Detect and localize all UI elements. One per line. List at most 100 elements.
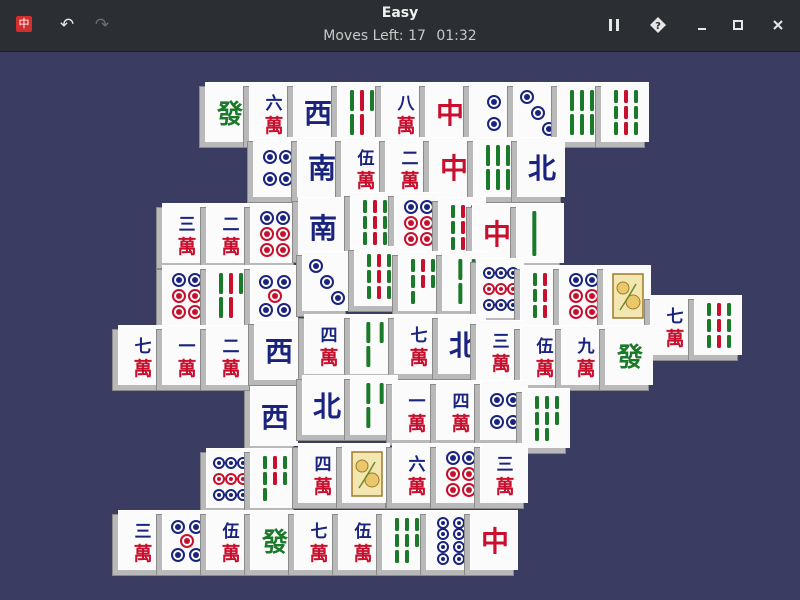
mahjong-tile-bamboo-7[interactable] [398, 251, 446, 311]
mahjong-tile-character-3[interactable]: 三萬 [480, 443, 528, 503]
character-tile-icon: 四萬 [313, 455, 332, 498]
mahjong-tile-circle-3[interactable] [302, 251, 350, 311]
mahjong-tile-character-5[interactable]: 伍萬 [206, 510, 254, 570]
svg-text:八: 八 [397, 94, 415, 114]
mahjong-tile-circle-5[interactable] [162, 510, 210, 570]
mahjong-tile-green-dragon[interactable]: 發 [605, 325, 653, 385]
mahjong-tile-bamboo-6[interactable] [557, 82, 605, 142]
svg-text:萬: 萬 [356, 170, 375, 192]
mahjong-tile-bamboo-8[interactable] [382, 510, 430, 570]
mahjong-tile-circle-9[interactable] [476, 258, 524, 318]
mahjong-tile-circle-5[interactable] [250, 265, 298, 325]
mahjong-tile-bamboo-8[interactable] [522, 388, 570, 448]
mahjong-tile-circle-6[interactable] [250, 203, 298, 263]
svg-text:一: 一 [408, 392, 425, 412]
svg-text:三: 三 [178, 215, 195, 235]
mahjong-tile-character-9[interactable]: 九萬 [561, 325, 609, 385]
circle-tile-icon [262, 149, 293, 186]
mahjong-tile-character-1[interactable]: 一萬 [162, 325, 210, 385]
mahjong-tile-character-5[interactable]: 伍萬 [338, 510, 386, 570]
mahjong-tile-bamboo-1[interactable] [516, 203, 564, 263]
circle-tile-icon [212, 456, 249, 501]
mahjong-tile-west-wind[interactable]: 西 [293, 82, 341, 142]
mahjong-tile-bamboo-9[interactable] [354, 246, 402, 306]
mahjong-tile-bamboo-5[interactable] [206, 265, 254, 325]
mahjong-tile-circle-4[interactable] [480, 380, 528, 440]
svg-text:西: 西 [264, 335, 292, 368]
mahjong-tile-flower[interactable] [603, 265, 651, 325]
mahjong-tile-circle-2[interactable] [469, 82, 517, 142]
mahjong-tile-character-8[interactable]: 八萬 [381, 82, 429, 142]
mahjong-tile-red-dragon[interactable]: 中 [470, 510, 518, 570]
mahjong-tile-red-dragon[interactable]: 中 [425, 82, 473, 142]
mahjong-tile-character-4[interactable]: 四萬 [304, 314, 352, 374]
bamboo-tile-icon [218, 272, 243, 318]
mahjong-tile-south-wind[interactable]: 南 [298, 197, 346, 257]
mahjong-tile-character-2[interactable]: 二萬 [206, 203, 254, 263]
mahjong-tile-character-7[interactable]: 七萬 [118, 325, 166, 385]
character-tile-icon: 七萬 [309, 522, 328, 565]
svg-text:萬: 萬 [133, 543, 152, 565]
mahjong-tile-circle-3[interactable] [513, 82, 561, 142]
mahjong-tile-circle-4[interactable] [253, 137, 301, 197]
svg-text:二: 二 [401, 149, 418, 169]
mahjong-tile-circle-6[interactable] [162, 265, 210, 325]
mahjong-tile-north-wind[interactable]: 北 [517, 137, 565, 197]
svg-text:三: 三 [492, 332, 509, 352]
north-wind-tile-icon: 北 [527, 152, 555, 185]
mahjong-tile-bamboo-5[interactable] [337, 82, 385, 142]
mahjong-tile-north-wind[interactable]: 北 [302, 375, 350, 435]
circle-tile-icon [170, 519, 203, 562]
mahjong-tile-character-3[interactable]: 三萬 [162, 203, 210, 263]
mahjong-tile-bamboo-9[interactable] [694, 295, 742, 355]
bamboo-tile-icon [485, 144, 510, 190]
mahjong-tile-bamboo-6[interactable] [473, 137, 521, 197]
mahjong-tile-character-7[interactable]: 七萬 [650, 295, 698, 355]
mahjong-tile-character-4[interactable]: 四萬 [298, 443, 346, 503]
mahjong-tile-bamboo-3[interactable] [350, 375, 398, 435]
mahjong-tile-bamboo-7[interactable] [250, 448, 298, 508]
svg-text:三: 三 [134, 522, 151, 542]
mahjong-tile-bamboo-9[interactable] [350, 192, 398, 252]
mahjong-tile-green-dragon[interactable]: 發 [205, 82, 253, 142]
svg-text:四: 四 [452, 392, 469, 412]
mahjong-tile-character-2[interactable]: 二萬 [385, 137, 433, 197]
mahjong-tile-south-wind[interactable]: 南 [297, 137, 345, 197]
mahjong-tile-bamboo-9[interactable] [601, 82, 649, 142]
character-tile-icon: 伍萬 [356, 148, 375, 192]
mahjong-tile-green-dragon[interactable]: 發 [250, 510, 298, 570]
mahjong-tile-west-wind[interactable]: 西 [254, 320, 302, 380]
svg-text:北: 北 [448, 329, 476, 362]
mahjong-tile-circle-6[interactable] [559, 265, 607, 325]
svg-text:萬: 萬 [221, 543, 240, 565]
mahjong-tile-character-6[interactable]: 六萬 [249, 82, 297, 142]
mahjong-tile-red-dragon[interactable]: 中 [429, 137, 477, 197]
svg-text:七: 七 [410, 326, 427, 346]
svg-text:萬: 萬 [451, 413, 470, 435]
mahjong-tile-character-1[interactable]: 一萬 [392, 380, 440, 440]
bamboo-tile-icon [349, 89, 374, 135]
mahjong-tile-circle-6[interactable] [394, 192, 442, 252]
mahjong-tile-character-3[interactable]: 三萬 [476, 320, 524, 380]
svg-text:萬: 萬 [177, 358, 196, 380]
mahjong-tile-west-wind[interactable]: 西 [250, 386, 298, 446]
character-tile-icon: 七萬 [665, 307, 684, 350]
mahjong-tile-character-6[interactable]: 六萬 [392, 443, 440, 503]
mahjong-tile-character-2[interactable]: 二萬 [206, 325, 254, 385]
mahjong-tile-character-4[interactable]: 四萬 [436, 380, 484, 440]
mahjong-tile-circle-9[interactable] [206, 448, 254, 508]
mahjong-tile-circle-6[interactable] [436, 443, 484, 503]
mahjong-tile-character-7[interactable]: 七萬 [294, 510, 342, 570]
mahjong-tile-flower[interactable] [342, 443, 390, 503]
red-dragon-tile-icon: 中 [480, 525, 508, 558]
svg-text:發: 發 [615, 343, 643, 373]
mahjong-tile-character-3[interactable]: 三萬 [118, 510, 166, 570]
mahjong-tile-bamboo-3[interactable] [350, 314, 398, 374]
svg-text:發: 發 [260, 528, 288, 558]
svg-text:伍: 伍 [535, 336, 553, 357]
mahjong-tile-character-7[interactable]: 七萬 [394, 314, 442, 374]
character-tile-icon: 七萬 [409, 326, 428, 369]
svg-text:萬: 萬 [264, 115, 283, 137]
mahjong-tile-character-5[interactable]: 伍萬 [341, 137, 389, 197]
mahjong-tile-circle-8[interactable] [426, 510, 474, 570]
